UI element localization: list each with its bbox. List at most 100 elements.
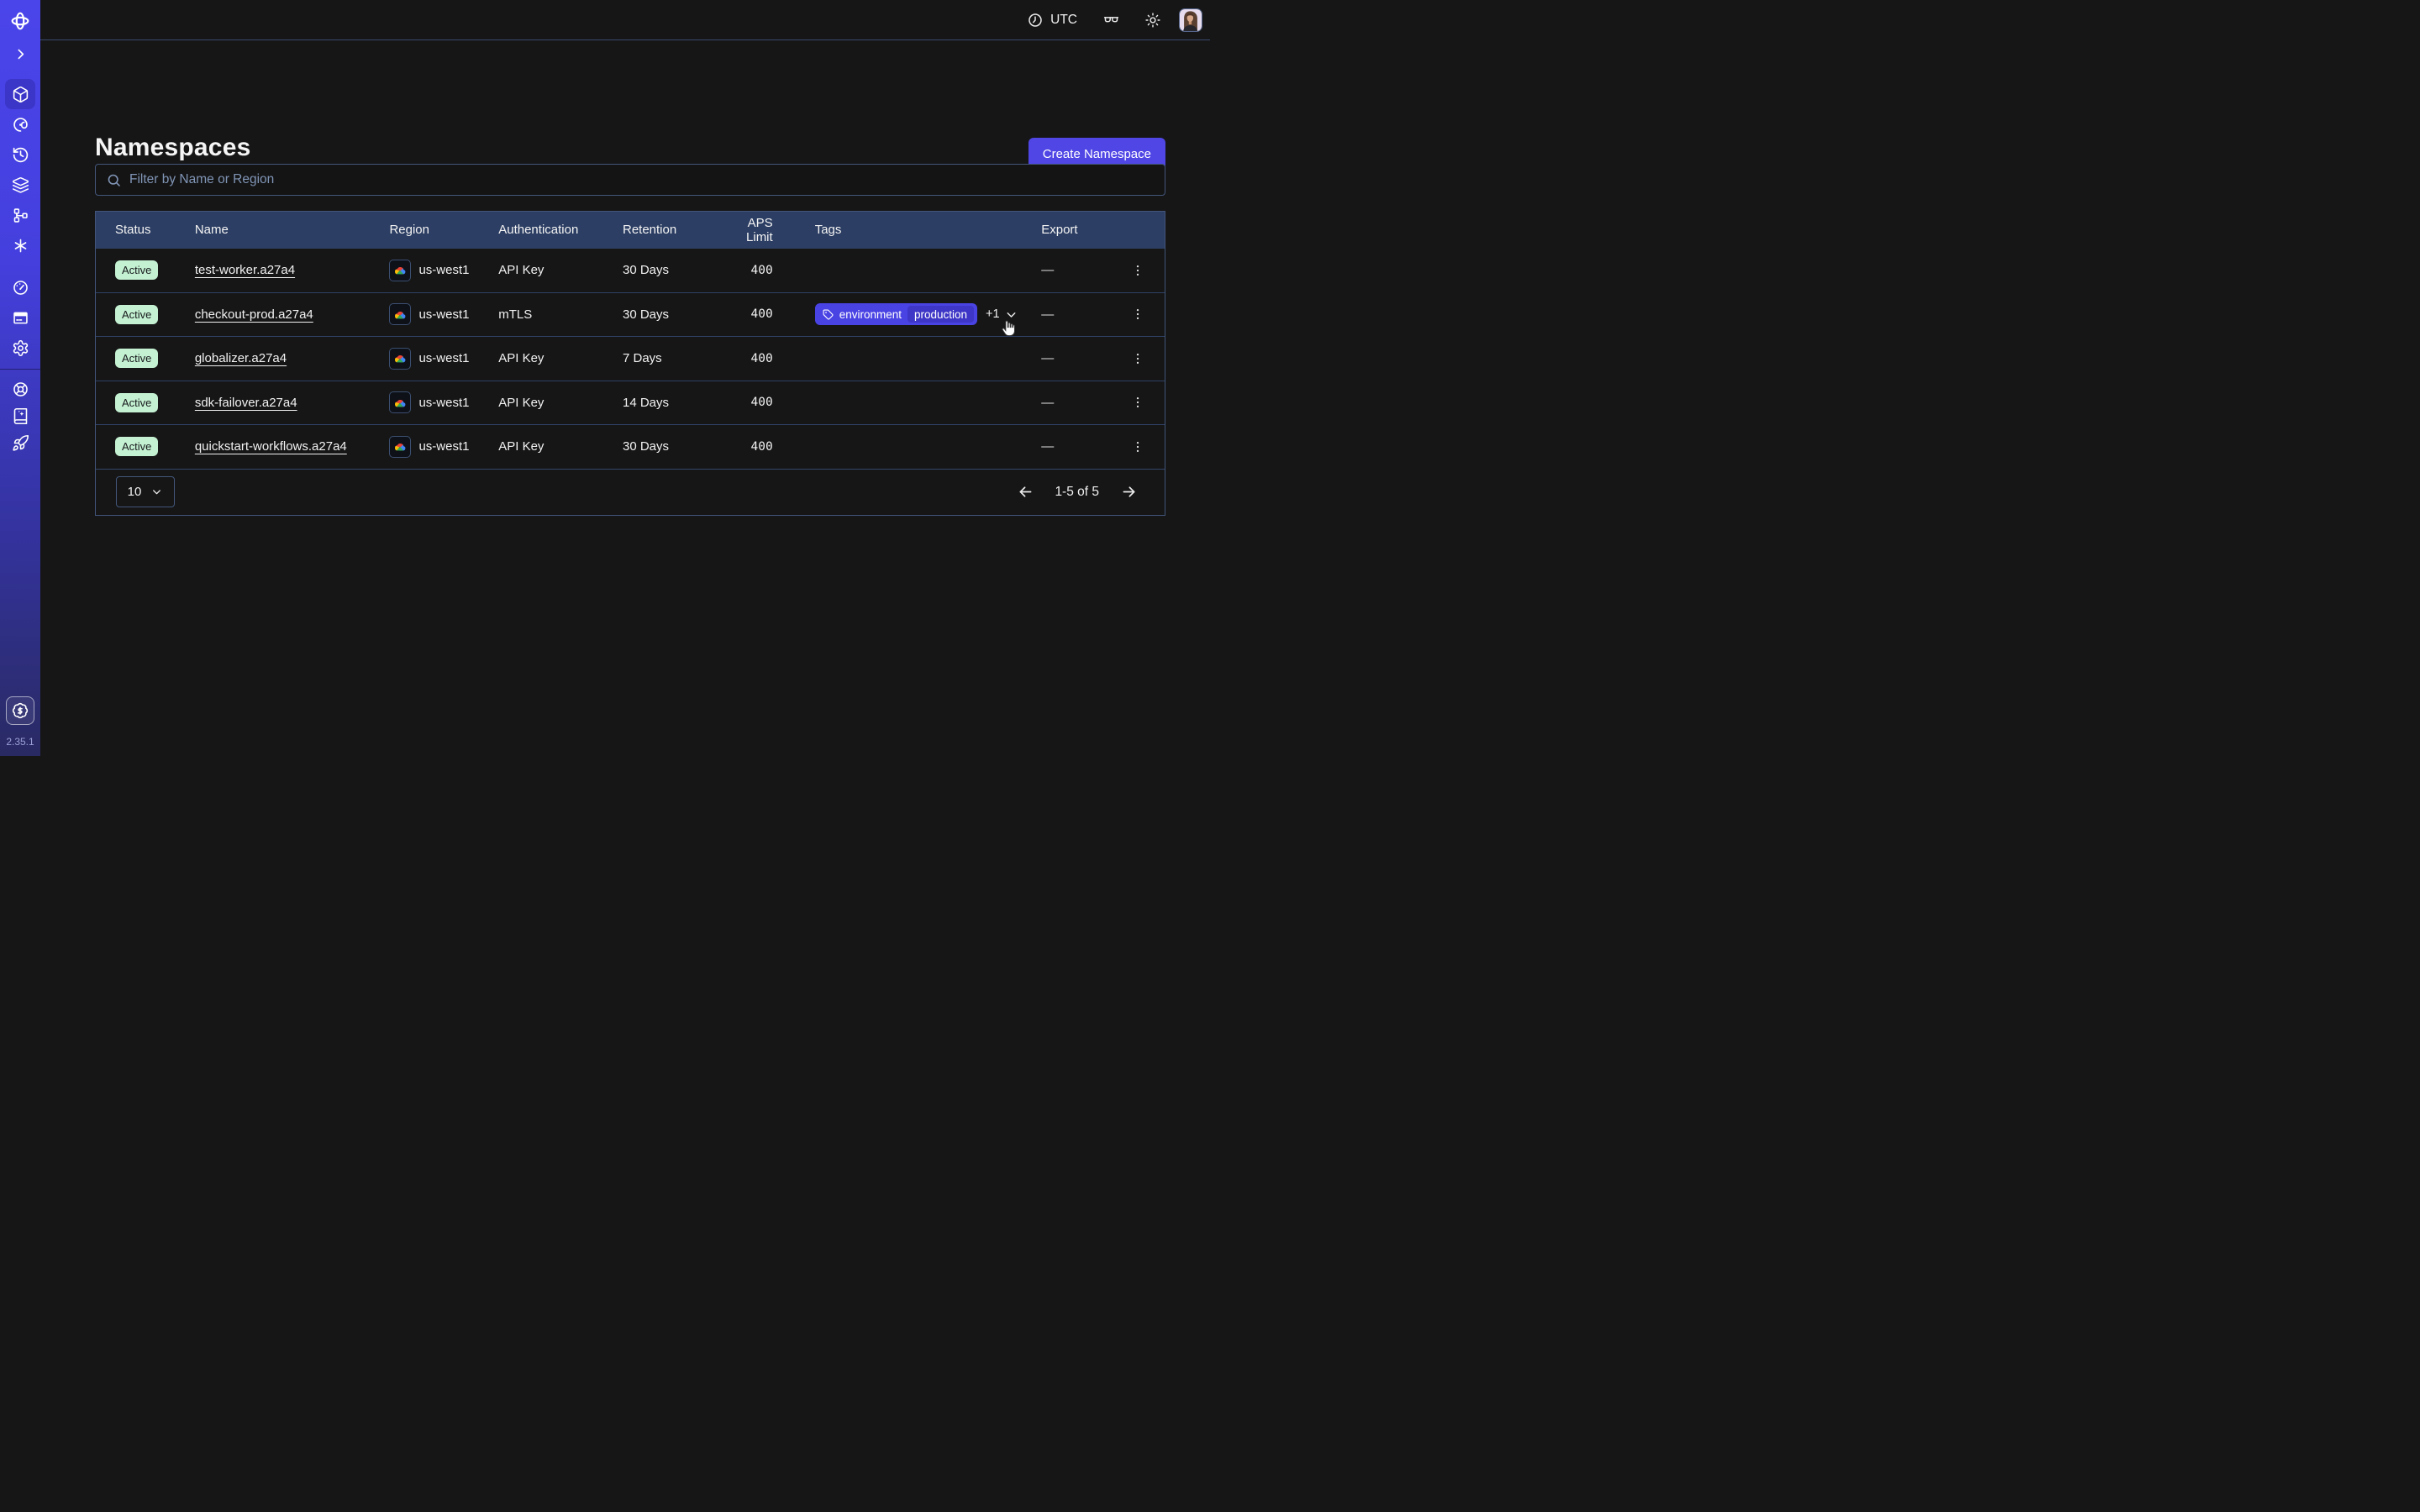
sidebar-item-usage[interactable] <box>5 272 35 302</box>
table-row[interactable]: Active test-worker.a27a4 us-west1 <box>96 248 1165 292</box>
sidebar-nav-primary <box>5 79 35 260</box>
tag-icon <box>823 309 834 320</box>
status-badge: Active <box>115 260 158 280</box>
arrow-right-icon <box>1120 483 1138 501</box>
sidebar-item-workflows[interactable] <box>5 109 35 139</box>
table-row[interactable]: Active quickstart-workflows.a27a4 us- <box>96 424 1165 469</box>
gcp-cloud-icon <box>389 348 411 370</box>
retention-cell: 14 Days <box>623 396 721 410</box>
temporal-logo-icon[interactable] <box>8 9 33 33</box>
clock-history-icon <box>12 146 29 164</box>
tag-key: environment <box>839 308 902 321</box>
region-label: us-west1 <box>418 307 469 322</box>
column-header-name: Name <box>195 223 390 237</box>
namespace-link[interactable]: quickstart-workflows.a27a4 <box>195 439 347 454</box>
sidebar-item-settings[interactable] <box>5 333 35 363</box>
retention-cell: 30 Days <box>623 439 721 454</box>
row-actions-kebab-button[interactable] <box>1127 260 1149 281</box>
layers-icon <box>12 176 29 194</box>
gear-icon <box>12 339 29 357</box>
filter-search-field[interactable] <box>95 164 1165 196</box>
gcp-cloud-icon <box>389 391 411 413</box>
retention-cell: 30 Days <box>623 263 721 277</box>
sun-icon <box>1144 12 1161 29</box>
search-input[interactable] <box>129 172 1155 187</box>
export-cell: — <box>1041 351 1111 365</box>
sidebar-item-batch-operations[interactable] <box>5 200 35 230</box>
gcp-cloud-icon <box>389 303 411 325</box>
namespace-link[interactable]: checkout-prod.a27a4 <box>195 307 313 322</box>
topbar: UTC <box>40 0 1210 40</box>
kebab-menu-icon <box>1130 351 1145 366</box>
aps-limit-cell: 400 <box>721 307 815 321</box>
theme-toggle-button[interactable] <box>1141 8 1165 32</box>
aps-limit-cell: 400 <box>721 264 815 277</box>
asterisk-icon <box>12 237 29 255</box>
spiral-icon <box>12 116 29 134</box>
sidebar-expand-chevron-right-icon[interactable] <box>10 45 30 62</box>
authentication-cell: mTLS <box>498 307 623 322</box>
kebab-menu-icon <box>1130 439 1145 454</box>
status-badge: Active <box>115 393 158 412</box>
authentication-cell: API Key <box>498 351 623 365</box>
sidebar-item-nexus[interactable] <box>5 230 35 260</box>
region-label: us-west1 <box>418 351 469 365</box>
sidebar-item-get-started[interactable] <box>5 429 35 456</box>
table-row[interactable]: Active globalizer.a27a4 us-west1 <box>96 336 1165 381</box>
sidebar-item-namespaces[interactable] <box>5 79 35 109</box>
page-size-select[interactable]: 10 <box>116 476 175 507</box>
row-actions-kebab-button[interactable] <box>1127 348 1149 370</box>
row-actions-kebab-button[interactable] <box>1127 303 1149 325</box>
sidebar-item-schedules[interactable] <box>5 139 35 170</box>
namespace-link[interactable]: test-worker.a27a4 <box>195 263 295 277</box>
authentication-cell: API Key <box>498 263 623 277</box>
row-actions-kebab-button[interactable] <box>1127 436 1149 458</box>
sidebar-item-billing[interactable] <box>5 302 35 333</box>
tag-chip[interactable]: environment production <box>815 303 977 325</box>
export-cell: — <box>1041 396 1111 410</box>
arrow-left-icon <box>1017 483 1034 501</box>
next-page-button[interactable] <box>1118 481 1139 503</box>
tags-expand-chevron-down-icon[interactable] <box>1004 307 1018 322</box>
tag-value: production <box>908 306 974 323</box>
export-cell: — <box>1041 307 1111 322</box>
sidebar-nav-help <box>5 375 35 456</box>
sidebar-item-docs[interactable] <box>5 402 35 429</box>
retention-cell: 30 Days <box>623 307 721 322</box>
sidebar-item-support[interactable] <box>5 375 35 402</box>
column-header-status: Status <box>96 223 195 237</box>
column-header-tags: Tags <box>815 223 1042 237</box>
region-label: us-west1 <box>418 439 469 454</box>
aps-limit-cell: 400 <box>721 440 815 454</box>
pagination-range-label: 1-5 of 5 <box>1055 485 1099 500</box>
lifebuoy-icon <box>12 381 29 398</box>
column-header-aps-limit: APS Limit <box>721 216 815 244</box>
namespace-link[interactable]: sdk-failover.a27a4 <box>195 396 297 410</box>
aps-limit-cell: 400 <box>721 352 815 365</box>
readability-glasses-button[interactable] <box>1099 8 1123 32</box>
pricing-dollar-badge-icon[interactable] <box>6 696 34 725</box>
column-header-retention: Retention <box>623 223 721 237</box>
previous-page-button[interactable] <box>1014 481 1036 503</box>
page-title: Namespaces <box>95 135 258 160</box>
tag-more-count: +1 <box>986 307 1000 321</box>
glasses-icon <box>1102 11 1120 29</box>
sidebar-divider <box>0 369 40 370</box>
table-row[interactable]: Active checkout-prod.a27a4 us-west1 <box>96 292 1165 337</box>
rocket-icon <box>12 434 29 452</box>
row-actions-kebab-button[interactable] <box>1127 391 1149 413</box>
cube-icon <box>12 86 29 103</box>
namespace-link[interactable]: globalizer.a27a4 <box>195 351 287 365</box>
region-label: us-west1 <box>418 396 469 410</box>
sidebar-item-deployments[interactable] <box>5 170 35 200</box>
status-badge: Active <box>115 305 158 324</box>
workflow-branch-icon <box>12 207 29 224</box>
page-size-value: 10 <box>128 485 142 499</box>
export-cell: — <box>1041 439 1111 454</box>
user-avatar[interactable] <box>1179 8 1202 32</box>
clock-icon <box>1027 12 1044 29</box>
table-footer: 10 1-5 of 5 <box>96 469 1165 515</box>
timezone-label: UTC <box>1050 13 1077 28</box>
table-row[interactable]: Active sdk-failover.a27a4 us-west1 <box>96 381 1165 425</box>
timezone-selector[interactable]: UTC <box>1027 12 1077 29</box>
